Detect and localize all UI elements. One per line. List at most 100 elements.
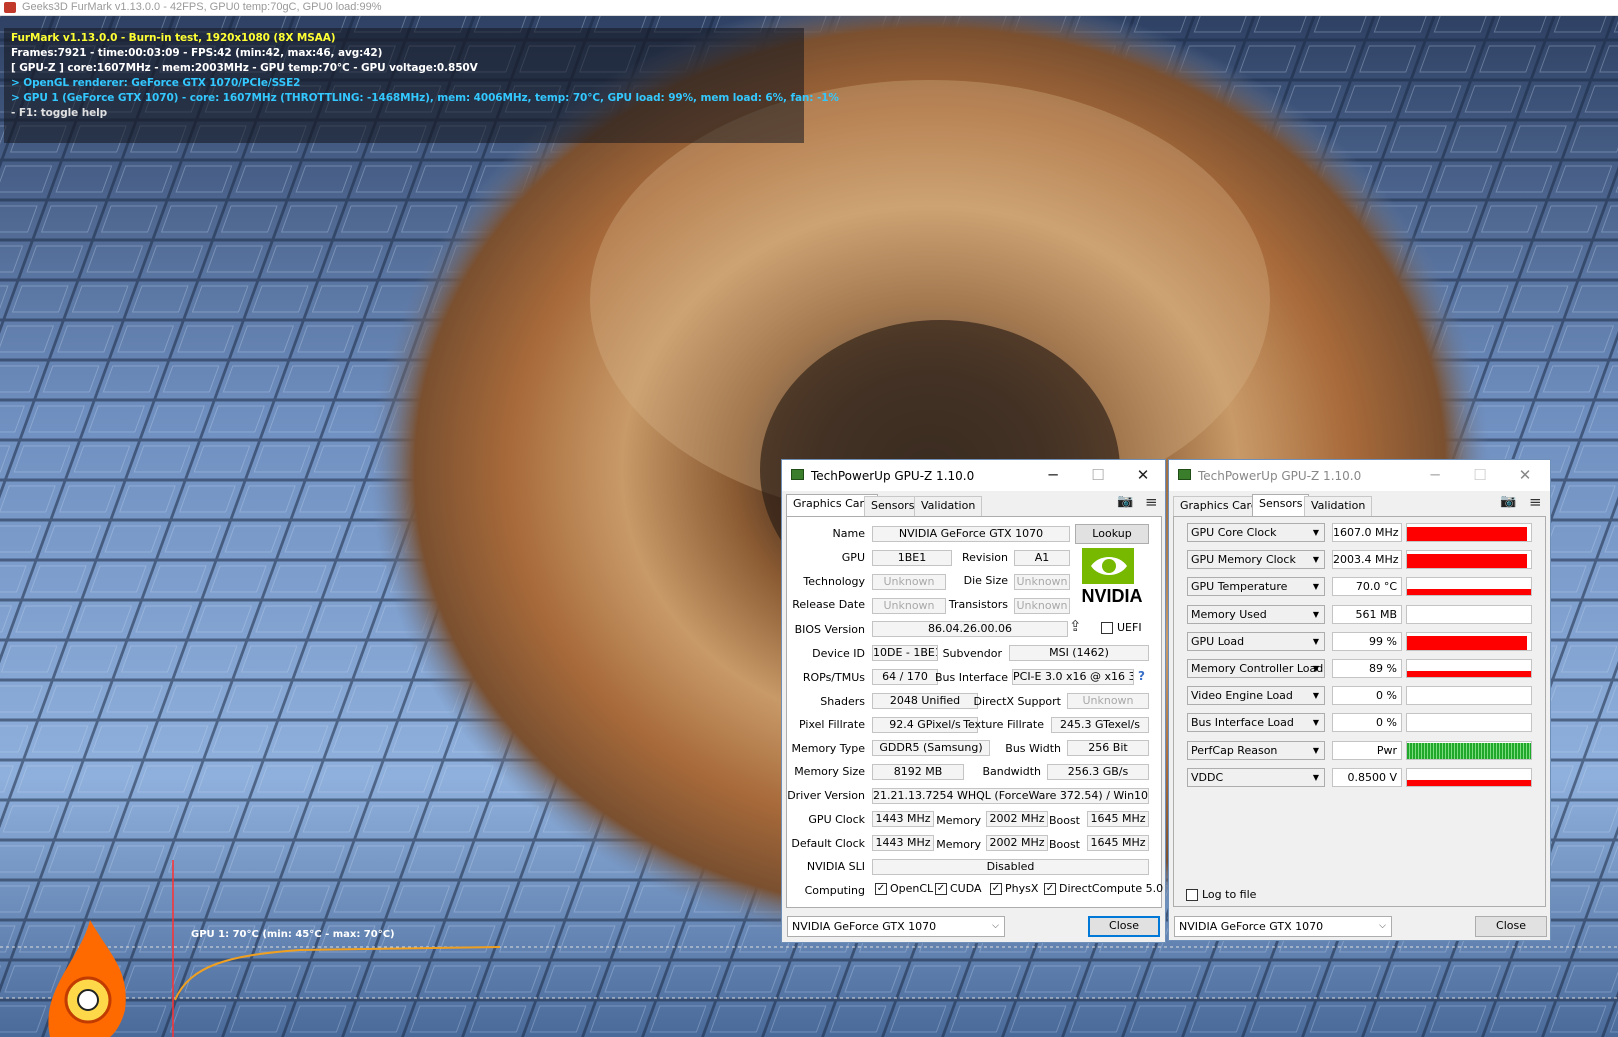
- label-bus-interface: Bus Interface: [935, 671, 1008, 684]
- field-bios: 86.04.26.00.06: [872, 621, 1068, 637]
- sensors-panel: GPU Core Clock ▼ 1607.0 MHz GPU Memory Cloc…: [1173, 516, 1546, 907]
- label-rops: ROPs/TMUs: [802, 671, 865, 684]
- sensor-value: 70.0 °C: [1332, 577, 1402, 596]
- label-driver: Driver Version: [787, 789, 865, 802]
- sensor-name-dropdown[interactable]: Bus Interface Load ▼: [1187, 713, 1325, 732]
- label-sli: NVIDIA SLI: [806, 860, 865, 873]
- menu-icon[interactable]: ≡: [1529, 493, 1542, 511]
- sensor-name: Bus Interface Load: [1191, 716, 1294, 729]
- cuda-checkbox[interactable]: ✓: [935, 883, 947, 895]
- tab-validation[interactable]: Validation: [914, 496, 983, 516]
- gpuz-sensors-titlebar[interactable]: TechPowerUp GPU-Z 1.10.0 ─ ☐ ✕: [1169, 460, 1550, 491]
- sensor-value: 2003.4 MHz: [1332, 550, 1402, 569]
- field-subvendor: MSI (1462): [1009, 645, 1149, 661]
- sensor-name-dropdown[interactable]: Video Engine Load ▼: [1187, 686, 1325, 705]
- gpuz-app-icon: [1178, 469, 1191, 480]
- field-gpu-memory: 2002 MHz: [986, 811, 1048, 827]
- label-bus-width: Bus Width: [1005, 742, 1061, 755]
- label-transistors: Transistors: [948, 598, 1008, 611]
- chevron-down-icon: ▼: [1312, 664, 1319, 673]
- sensor-graph: [1406, 741, 1532, 760]
- sensor-name-dropdown[interactable]: PerfCap Reason ▼: [1187, 741, 1325, 760]
- sensor-graph-fill: [1407, 780, 1531, 786]
- label-gpu-memory: Memory: [936, 814, 981, 827]
- field-driver: 21.21.13.7254 WHQL (ForceWare 372.54) / …: [872, 788, 1149, 804]
- field-bus-interface: PCI-E 3.0 x16 @ x16 3.0: [1012, 669, 1134, 685]
- label-subvendor: Subvendor: [942, 647, 1002, 660]
- card-select-main-value: NVIDIA GeForce GTX 1070: [792, 920, 937, 933]
- card-select-main[interactable]: NVIDIA GeForce GTX 1070 ⌵: [787, 916, 1005, 937]
- furmark-app-icon: [4, 2, 16, 13]
- sensor-graph: [1406, 550, 1532, 569]
- sensor-name-dropdown[interactable]: Memory Used ▼: [1187, 605, 1325, 624]
- sensor-name-dropdown[interactable]: GPU Temperature ▼: [1187, 577, 1325, 596]
- furmark-titlebar: Geeks3D FurMark v1.13.0.0 - 42FPS, GPU0 …: [0, 0, 1618, 16]
- uefi-checkbox[interactable]: [1101, 622, 1113, 634]
- sensor-graph-fill: [1407, 527, 1527, 541]
- label-revision: Revision: [962, 551, 1008, 564]
- minimize-icon[interactable]: ─: [1424, 464, 1446, 486]
- label-uefi: UEFI: [1117, 621, 1142, 634]
- sensor-name-dropdown[interactable]: Memory Controller Load ▼: [1187, 659, 1325, 678]
- opencl-checkbox[interactable]: ✓: [875, 883, 887, 895]
- sensor-value: 561 MB: [1332, 605, 1402, 624]
- gpuz-main-titlebar[interactable]: TechPowerUp GPU-Z 1.10.0 ─ ☐ ✕: [782, 460, 1165, 491]
- label-technology: Technology: [803, 575, 865, 588]
- hud-line-title: FurMark v1.13.0.0 - Burn-in test, 1920x1…: [11, 32, 336, 44]
- chevron-down-icon: ▼: [1312, 637, 1319, 646]
- sensor-name: Video Engine Load: [1191, 689, 1293, 702]
- gpuz-main-window: TechPowerUp GPU-Z 1.10.0 ─ ☐ ✕ Graphics …: [781, 459, 1166, 943]
- close-button-main[interactable]: Close: [1088, 916, 1160, 937]
- close-icon[interactable]: ✕: [1132, 464, 1154, 486]
- sensor-name: GPU Load: [1191, 635, 1245, 648]
- help-icon[interactable]: ?: [1138, 669, 1145, 683]
- field-transistors: Unknown: [1014, 598, 1070, 614]
- sensor-graph-fill: [1407, 554, 1527, 568]
- tab-sensors[interactable]: Sensors: [864, 496, 922, 516]
- field-texture-fillrate: 245.3 GTexel/s: [1051, 717, 1149, 733]
- sensor-graph-fill: [1407, 589, 1531, 595]
- tab-sensors[interactable]: Sensors: [1252, 494, 1310, 517]
- field-shaders: 2048 Unified: [872, 693, 978, 709]
- label-gpu-clock: GPU Clock: [808, 813, 865, 826]
- close-icon[interactable]: ✕: [1514, 464, 1536, 486]
- chevron-down-icon: ▼: [1312, 528, 1319, 537]
- label-die-size: Die Size: [963, 574, 1008, 587]
- field-bandwidth: 256.3 GB/s: [1047, 764, 1149, 780]
- sensor-graph: [1406, 686, 1532, 705]
- close-button-sensors[interactable]: Close: [1475, 916, 1547, 937]
- tab-validation[interactable]: Validation: [1304, 496, 1373, 516]
- label-name: Name: [832, 527, 865, 540]
- sensor-name-dropdown[interactable]: GPU Core Clock ▼: [1187, 523, 1325, 542]
- maximize-icon[interactable]: ☐: [1469, 464, 1491, 486]
- camera-icon[interactable]: 📷: [1500, 494, 1516, 509]
- field-sli: Disabled: [872, 859, 1149, 875]
- label-device-id: Device ID: [812, 647, 865, 660]
- maximize-icon[interactable]: ☐: [1087, 464, 1109, 486]
- label-gpu: GPU: [841, 551, 865, 564]
- card-select-sensors[interactable]: NVIDIA GeForce GTX 1070 ⌵: [1174, 916, 1392, 937]
- nvidia-logo: NVIDIA: [1081, 548, 1143, 606]
- label-opencl: OpenCL: [890, 882, 934, 895]
- sensor-value: 1607.0 MHz: [1332, 523, 1402, 542]
- camera-icon[interactable]: 📷: [1117, 494, 1133, 509]
- log-to-file-checkbox[interactable]: [1186, 889, 1198, 901]
- chevron-down-icon: ▼: [1312, 610, 1319, 619]
- physx-checkbox[interactable]: ✓: [990, 883, 1002, 895]
- label-release-date: Release Date: [792, 598, 865, 611]
- lookup-button[interactable]: Lookup: [1075, 524, 1149, 544]
- sensor-value: 0.8500 V: [1332, 768, 1402, 787]
- share-icon[interactable]: ⇪: [1069, 617, 1082, 635]
- temperature-curve: [174, 946, 501, 1001]
- sensor-name-dropdown[interactable]: VDDC ▼: [1187, 768, 1325, 787]
- label-memory-type: Memory Type: [791, 742, 866, 755]
- sensor-name: GPU Temperature: [1191, 580, 1288, 593]
- minimize-icon[interactable]: ─: [1042, 464, 1064, 486]
- sensor-name-dropdown[interactable]: GPU Load ▼: [1187, 632, 1325, 651]
- sensor-name-dropdown[interactable]: GPU Memory Clock ▼: [1187, 550, 1325, 569]
- hud-line-help: - F1: toggle help: [11, 107, 107, 119]
- chevron-down-icon: ▼: [1312, 718, 1319, 727]
- sensor-name: Memory Used: [1191, 608, 1267, 621]
- menu-icon[interactable]: ≡: [1145, 493, 1158, 511]
- directcompute-checkbox[interactable]: ✓: [1044, 883, 1056, 895]
